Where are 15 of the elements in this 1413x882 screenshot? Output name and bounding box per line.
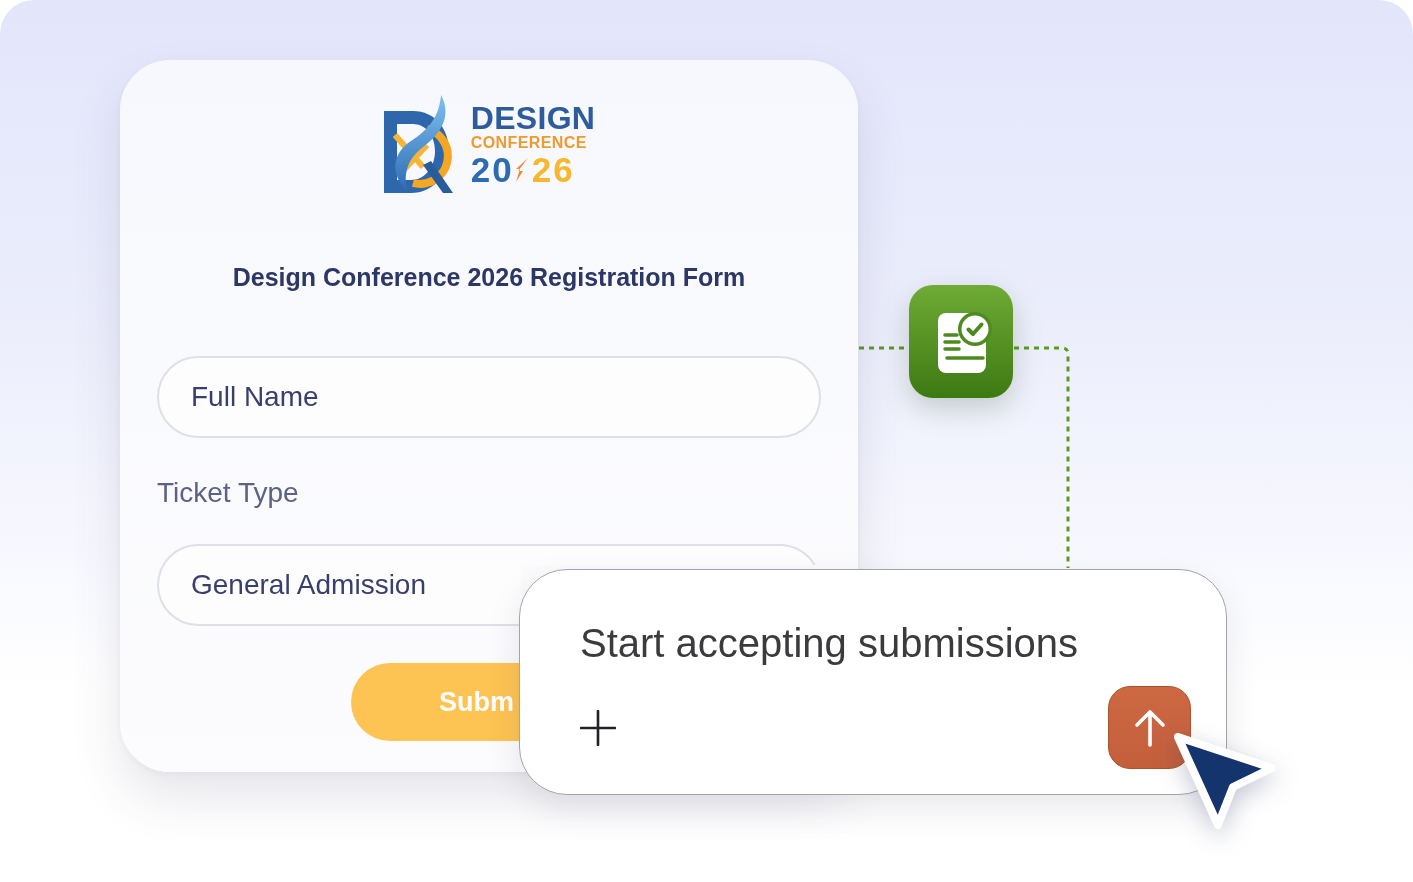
dropdown-field[interactable]: General Admission xyxy=(157,544,521,626)
logo-year: 26 xyxy=(531,152,575,187)
field-label: Ticket Type xyxy=(157,476,299,510)
logo-subtitle: CONFERENCE xyxy=(470,134,588,152)
logo-wordmark: DESIGN xyxy=(470,103,596,134)
text-input-field[interactable]: Full Name xyxy=(157,356,821,438)
add-button[interactable] xyxy=(580,709,616,746)
lightning-bolt-icon xyxy=(514,157,529,182)
logo-year: 20 xyxy=(470,152,514,187)
plus-icon xyxy=(580,709,616,746)
send-button[interactable] xyxy=(1108,686,1191,769)
prompt-input-field[interactable]: Start accepting submissions xyxy=(580,619,1078,667)
arrow-up-icon xyxy=(1133,708,1166,747)
document-check-icon xyxy=(909,285,1013,398)
form-title: Design Conference 2026 Registration Form xyxy=(232,262,746,293)
